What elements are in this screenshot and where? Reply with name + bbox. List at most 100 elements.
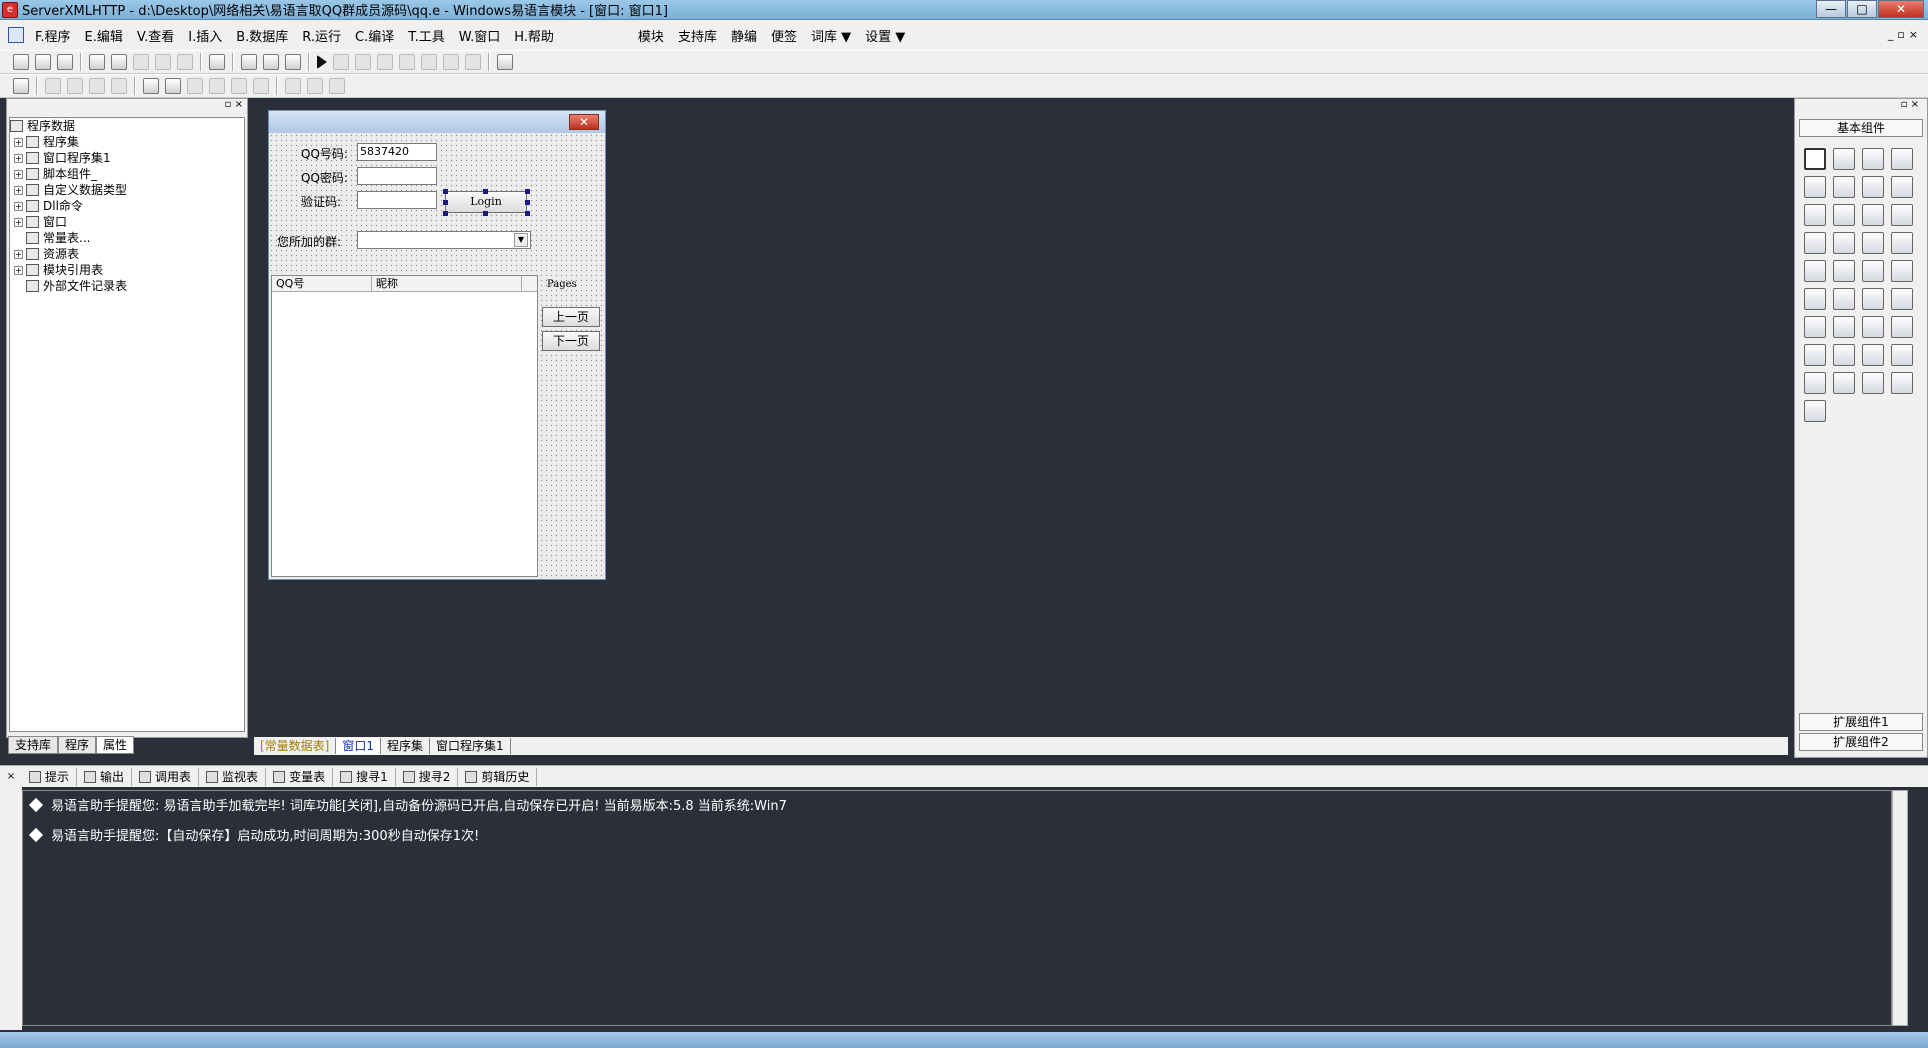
new-file-icon[interactable] [13,54,29,70]
component-icon[interactable] [1891,260,1913,282]
component-icon[interactable] [1833,148,1855,170]
component-icon[interactable] [1862,260,1884,282]
align-right-icon[interactable] [67,78,83,94]
undo-icon[interactable] [177,54,193,70]
qq-number-input[interactable]: 5837420 [357,143,437,161]
tab-properties[interactable]: 属性 [96,736,135,754]
component-icon[interactable] [1804,372,1826,394]
redo-icon[interactable] [155,54,171,70]
component-icon[interactable] [1891,176,1913,198]
component-icon[interactable] [1862,372,1884,394]
expand-icon[interactable]: + [14,201,23,211]
mdi-close-icon[interactable]: × [1909,28,1918,41]
component-icon[interactable] [1804,232,1826,254]
tab-call-stack[interactable]: 调用表 [132,767,200,786]
captcha-input[interactable] [357,191,437,209]
form-close-icon[interactable]: ✕ [569,114,599,130]
tree-item[interactable]: + 模块引用表 [10,262,244,278]
component-icon[interactable] [1833,288,1855,310]
set-next-icon[interactable] [443,54,459,70]
extension-components-1[interactable]: 扩展组件1 [1799,713,1923,731]
menu-support-lib[interactable]: 支持库 [671,26,724,45]
component-icon[interactable] [1862,176,1884,198]
column-qq[interactable]: QQ号 [272,276,372,291]
menu-insert[interactable]: I.插入 [181,26,229,45]
component-icon[interactable] [1804,176,1826,198]
tree-item[interactable]: 程序数据 [10,118,244,134]
tree-item[interactable]: + 资源表 [10,246,244,262]
step-over-icon[interactable] [377,54,393,70]
expand-icon[interactable]: + [14,265,23,275]
component-icon[interactable] [1891,344,1913,366]
menu-notes[interactable]: 便签 [764,26,804,45]
component-icon[interactable] [1891,204,1913,226]
find-icon[interactable] [209,54,225,70]
component-icon[interactable] [1804,344,1826,366]
panel-pin-close[interactable]: ▫ × [1795,99,1927,115]
form-window[interactable]: ✕ QQ号码: 5837420 QQ密码: 验证码: Login 您所加的群: … [268,110,606,580]
tab-output[interactable]: 输出 [77,767,133,786]
menu-view[interactable]: V.查看 [130,26,181,45]
component-icon[interactable] [1862,204,1884,226]
tab-search2[interactable]: 搜寻2 [396,767,459,786]
space-horizontal-icon[interactable] [231,78,247,94]
menu-database[interactable]: B.数据库 [229,26,295,45]
tree-item[interactable]: + 脚本组件_ [10,166,244,182]
tree-item[interactable]: + 窗口程序集1 [10,150,244,166]
tab-clip-history[interactable]: 剪辑历史 [458,767,538,786]
menu-module[interactable]: 模块 [631,26,671,45]
selection-handle[interactable] [525,211,530,216]
cut-icon[interactable] [89,54,105,70]
menu-edit[interactable]: E.编辑 [78,26,130,45]
same-width-icon[interactable] [187,78,203,94]
component-icon[interactable] [1804,204,1826,226]
form-title-bar[interactable]: ✕ [269,111,605,133]
tab-support-lib[interactable]: 支持库 [8,736,59,754]
tab-program[interactable]: 程序 [58,736,97,754]
menu-compile[interactable]: C.编译 [348,26,401,45]
component-icon[interactable] [1833,372,1855,394]
maximize-button[interactable]: □ [1847,0,1877,18]
tab-window-module1[interactable]: 窗口程序集1 [430,738,511,754]
same-height-icon[interactable] [209,78,225,94]
component-icon[interactable] [1804,316,1826,338]
prev-page-button[interactable]: 上一页 [542,307,600,327]
selection-handle[interactable] [525,189,530,194]
group-combobox[interactable]: ▼ [357,231,531,249]
layout-full-icon[interactable] [285,54,301,70]
center-vertical-icon[interactable] [165,78,181,94]
dropdown-arrow-icon[interactable]: ▼ [514,233,528,247]
next-page-button[interactable]: 下一页 [542,331,600,351]
expand-icon[interactable]: + [14,137,23,147]
component-icon[interactable] [1804,288,1826,310]
component-icon[interactable] [1891,372,1913,394]
expand-icon[interactable]: + [14,217,23,227]
paste-icon[interactable] [133,54,149,70]
stop-icon[interactable] [333,54,349,70]
tab-variables[interactable]: 变量表 [266,767,334,786]
component-icon[interactable] [1862,232,1884,254]
tab-hint[interactable]: 提示 [22,767,78,786]
tab-window1[interactable]: 窗口1 [336,738,382,754]
tree-item[interactable]: + 窗口 [10,214,244,230]
component-icon[interactable] [1891,148,1913,170]
output-close-icon[interactable]: × [0,771,22,782]
expand-icon[interactable]: + [14,185,23,195]
column-nickname[interactable]: 昵称 [372,276,522,291]
menu-thesaurus[interactable]: 词库 ▼ [804,26,858,45]
component-icon[interactable] [1862,316,1884,338]
component-icon[interactable] [1833,176,1855,198]
close-button[interactable]: ✕ [1878,0,1924,18]
copy-icon[interactable] [111,54,127,70]
component-icon[interactable] [1862,288,1884,310]
equal-horizontal-icon[interactable] [285,78,301,94]
layout-left-icon[interactable] [241,54,257,70]
menu-run[interactable]: R.运行 [295,26,348,45]
layout-bottom-icon[interactable] [263,54,279,70]
run-icon[interactable] [317,55,327,69]
align-bottom-icon[interactable] [111,78,127,94]
selection-handle[interactable] [443,211,448,216]
space-vertical-icon[interactable] [253,78,269,94]
login-button[interactable]: Login [445,191,527,213]
component-icon[interactable] [1804,400,1826,422]
